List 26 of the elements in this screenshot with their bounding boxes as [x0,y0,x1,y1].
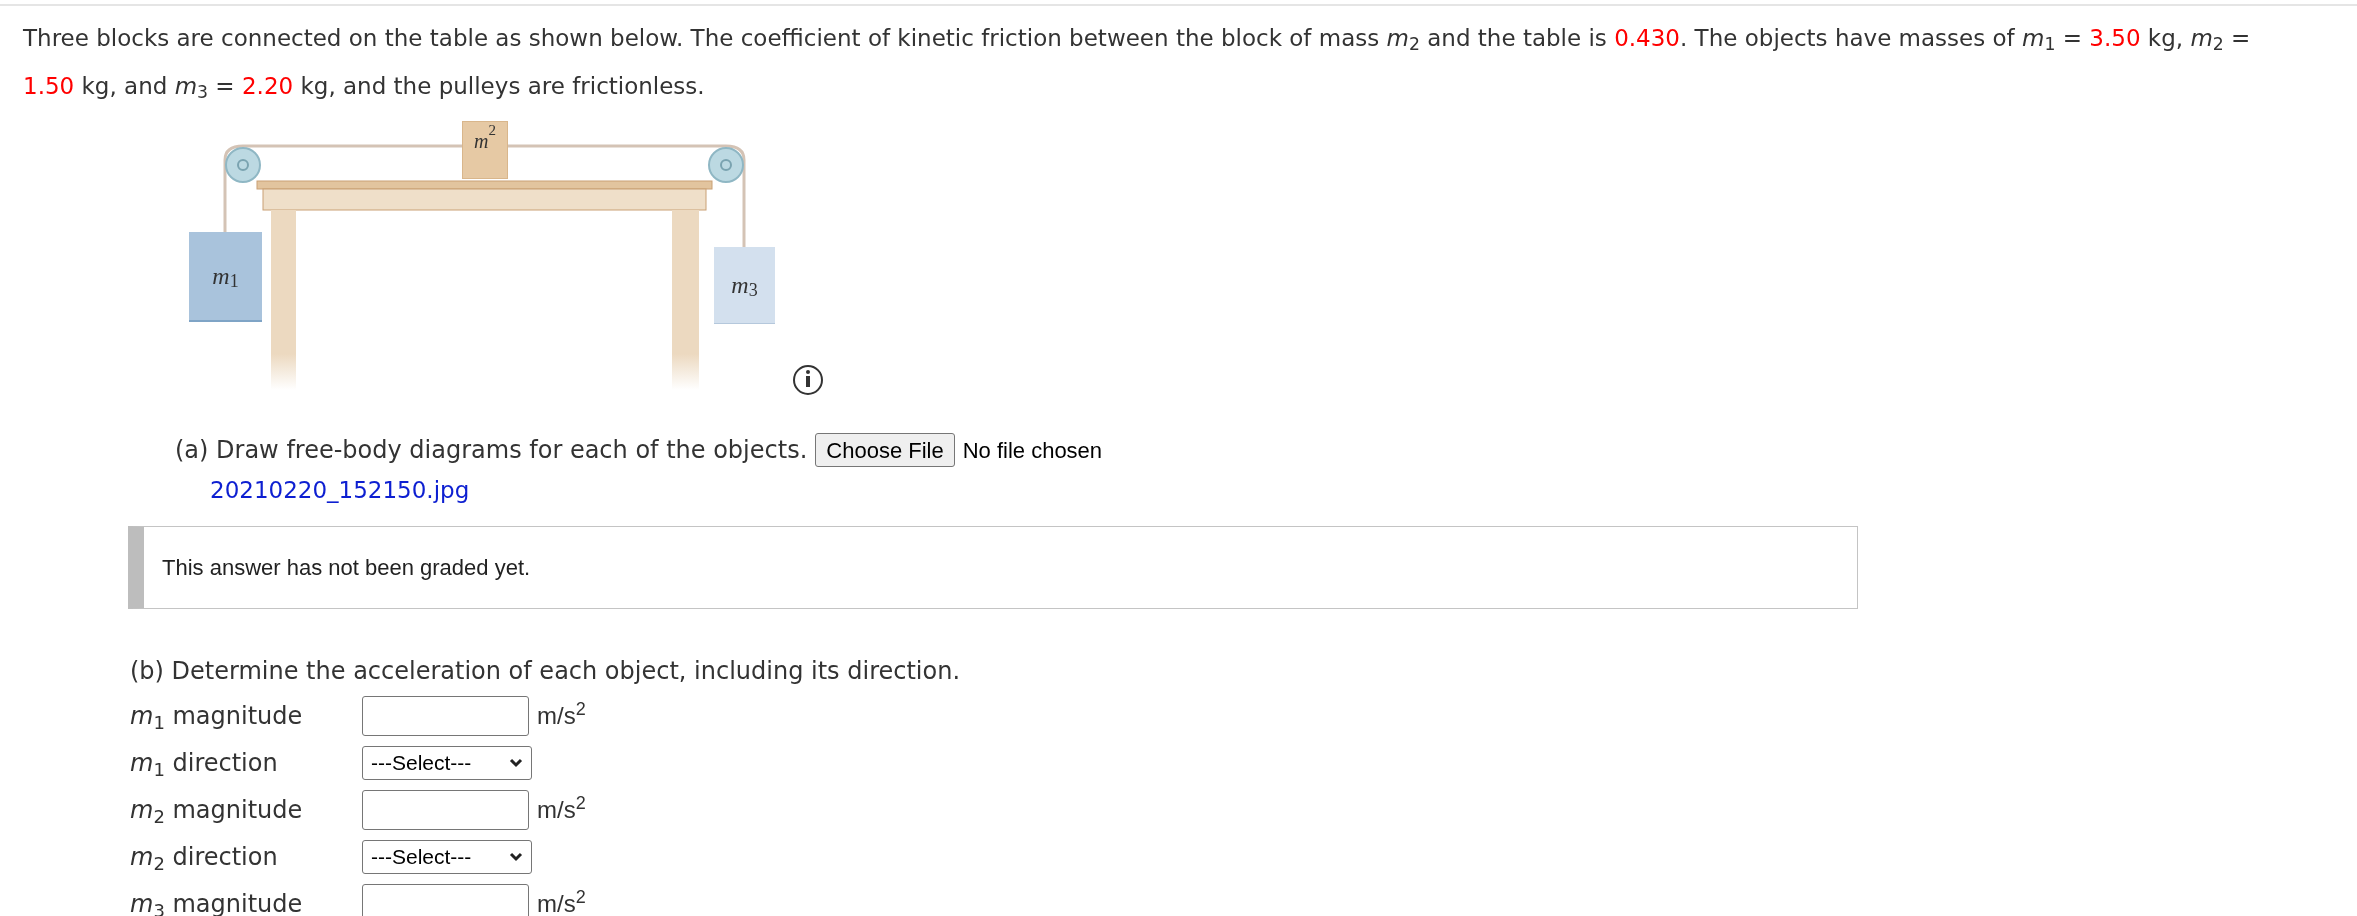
unit-text: m/s$^{2}$ [537,792,586,825]
unit-text: m/s$^{2}$ [537,698,586,731]
field-label: m$_{2}$ magnitude [130,795,304,828]
chevron-down-icon [509,758,523,768]
field-label: m$_{2}$ direction [130,842,279,875]
input-field[interactable] [362,696,529,736]
info-icon [793,365,823,395]
unit-text: m/s$^{2}$ [537,886,586,916]
field-label: m$_{1}$ direction [130,748,279,781]
grading-note-text: This answer has not been graded yet. [162,553,531,582]
pulley-icon [708,147,744,183]
direction-dropdown[interactable]: ---Select--- [362,840,532,874]
choose-file-button[interactable]: Choose File [815,433,955,467]
direction-dropdown[interactable]: ---Select--- [362,746,532,780]
uploaded-file-link[interactable]: 20210220_152150.jpg [210,473,470,508]
pulley-icon [225,147,261,183]
problem-text: Three blocks are connected on the table as shown below. The coefficient of kinetic friction between the block of mass m$_{2}$ and the table is 0.430. The objects have masses of m$_{1}$ = 3.50 kg, m$_{2}$ = 1.50 kg, and m$_{3}$ = 2.20 kg, and the pulleys are frictionless. [22,24,2252,105]
question-text: (b) Determine the acceleration of each object, including its direction. [130,655,962,687]
input-field[interactable] [362,790,529,830]
field-label: m$_{1}$ magnitude [130,701,304,734]
input-field[interactable] [362,884,529,916]
mass-block: m$_{3}$ [714,247,775,324]
file-status-text: No file chosen [962,436,1103,465]
chevron-down-icon [509,852,523,862]
question-text: (a) Draw free-body diagrams for each of the objects. [175,435,808,466]
mass-block: m$_{1}$ [189,232,262,322]
